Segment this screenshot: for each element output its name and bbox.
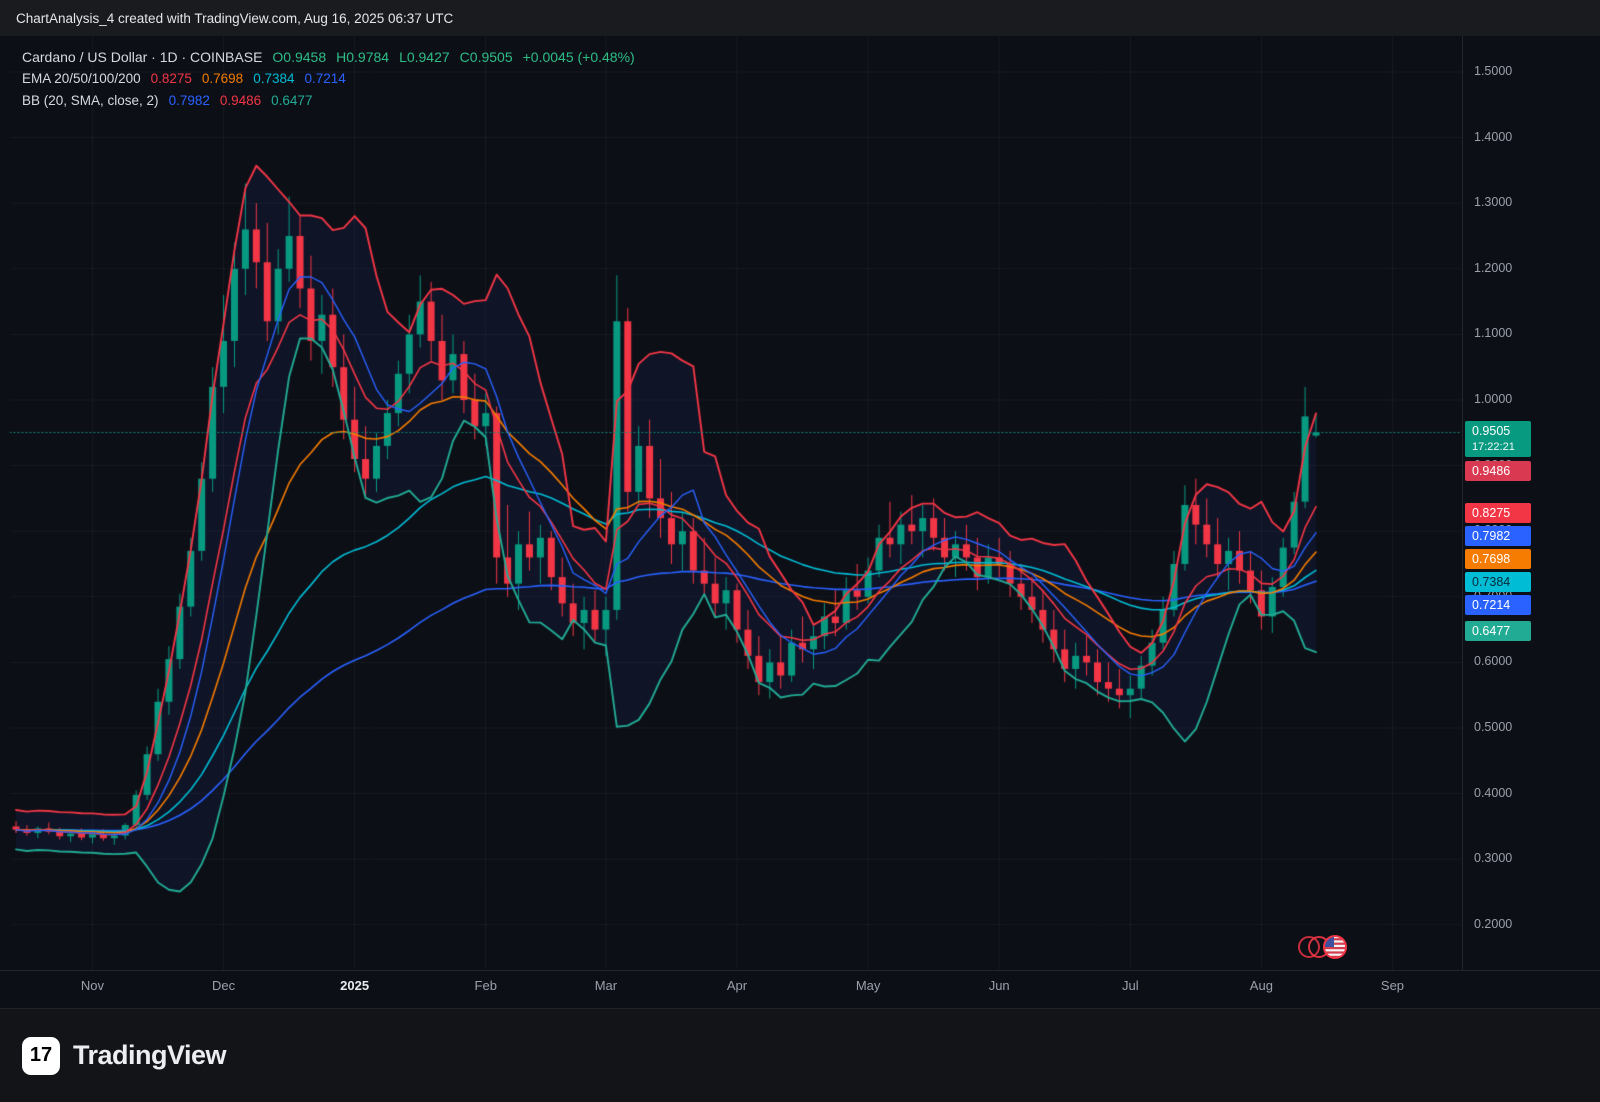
logo-glyph: 17 (30, 1044, 52, 1067)
price-tick-label: 0.3000 (1474, 851, 1512, 865)
price-tick-label: 0.2000 (1474, 917, 1512, 931)
ema-legend-row[interactable]: EMA 20/50/100/200 0.8275 0.7698 0.7384 0… (22, 68, 635, 90)
price-tick-label: 1.1000 (1474, 326, 1512, 340)
chart-legend: Cardano / US Dollar · 1D · COINBASE O0.9… (22, 46, 635, 112)
ohlc-close: C0.9505 (460, 46, 513, 68)
ema100-label-badge: 0.7384 (1465, 572, 1531, 592)
us-flag-event-icon[interactable] (1298, 932, 1352, 967)
time-axis-label: Jul (1122, 978, 1139, 993)
time-axis-label: Feb (475, 978, 497, 993)
ohlc-high: H0.9784 (336, 46, 389, 68)
price-change: +0.0045 (+0.48%) (523, 46, 635, 68)
bb-lower-label-badge: 0.6477 (1465, 621, 1531, 641)
bb-upper-value: 0.9486 (220, 90, 261, 112)
tradingview-wordmark[interactable]: TradingView (73, 1040, 226, 1071)
tradingview-logo-icon[interactable]: 17 (22, 1037, 60, 1075)
bb-basis-value: 0.7982 (169, 90, 210, 112)
price-tick-label: 0.6000 (1474, 654, 1512, 668)
ema50-value: 0.7698 (202, 68, 243, 90)
time-axis-label: Apr (727, 978, 747, 993)
bb-lower-value: 0.6477 (271, 90, 312, 112)
price-tick-label: 1.2000 (1474, 261, 1512, 275)
ema100-value: 0.7384 (253, 68, 294, 90)
ema200-label-badge: 0.7214 (1465, 595, 1531, 615)
time-axis-label: Jun (989, 978, 1010, 993)
bb-legend-row[interactable]: BB (20, SMA, close, 2) 0.7982 0.9486 0.6… (22, 90, 635, 112)
time-axis-label: May (856, 978, 881, 993)
price-tick-label: 0.5000 (1474, 720, 1512, 734)
time-axis-label: Mar (595, 978, 617, 993)
time-axis-label: Sep (1381, 978, 1404, 993)
price-tick-label: 1.0000 (1474, 392, 1512, 406)
time-axis[interactable]: Nov Dec 2025 Feb Mar Apr May Jun Jul Aug Sep (0, 970, 1600, 1008)
symbol-legend-row[interactable]: Cardano / US Dollar · 1D · COINBASE O0.9… (22, 46, 635, 68)
price-tick-label: 0.4000 (1474, 786, 1512, 800)
bb-label: BB (20, SMA, close, 2) (22, 90, 159, 112)
window-title-bar: ChartAnalysis_4 created with TradingView… (0, 0, 1600, 36)
last-price-badge: 0.950517:22:21 (1465, 421, 1531, 457)
footer: 17 TradingView (0, 1008, 1600, 1102)
ohlc-low: L0.9427 (399, 46, 450, 68)
symbol-title: Cardano / US Dollar · 1D · COINBASE (22, 46, 262, 68)
ema20-label-badge: 0.8275 (1465, 503, 1531, 523)
price-tick-label: 1.5000 (1474, 64, 1512, 78)
ema20-value: 0.8275 (151, 68, 192, 90)
ema200-value: 0.7214 (304, 68, 345, 90)
price-tick-label: 1.4000 (1474, 130, 1512, 144)
ema50-label-badge: 0.7698 (1465, 549, 1531, 569)
price-chart-canvas[interactable] (0, 36, 1600, 1008)
price-axis[interactable]: 1.50001.40001.30001.20001.10001.00000.90… (1462, 36, 1600, 970)
time-axis-label: Aug (1250, 978, 1273, 993)
time-axis-label: 2025 (340, 978, 369, 993)
price-tick-label: 1.3000 (1474, 195, 1512, 209)
ema-label: EMA 20/50/100/200 (22, 68, 141, 90)
window-title: ChartAnalysis_4 created with TradingView… (16, 11, 453, 26)
ohlc-open: O0.9458 (272, 46, 326, 68)
chart-region: Cardano / US Dollar · 1D · COINBASE O0.9… (0, 36, 1600, 1008)
bb-basis-label-badge: 0.7982 (1465, 526, 1531, 546)
bb-upper-label-badge: 0.9486 (1465, 461, 1531, 481)
time-axis-label: Dec (212, 978, 235, 993)
time-axis-label: Nov (81, 978, 104, 993)
